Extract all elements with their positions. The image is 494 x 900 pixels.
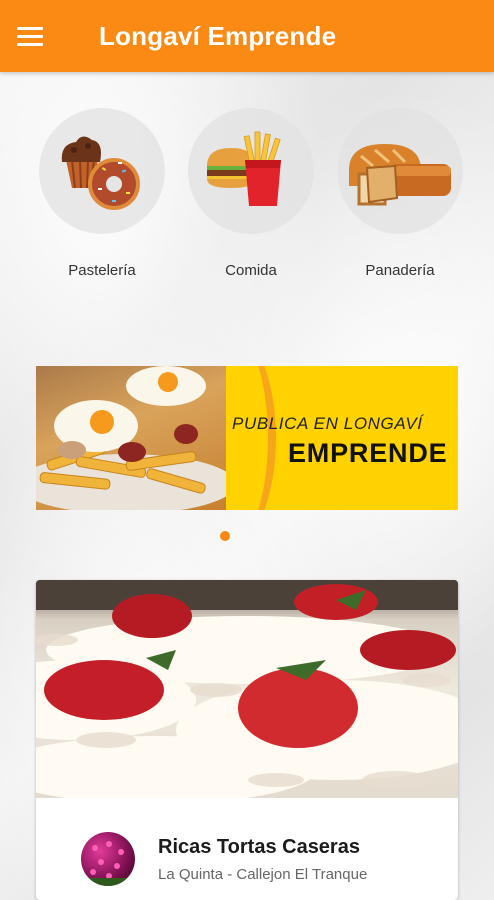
category-circle [337,108,463,234]
category-list: Pastelería Comida Panadería [36,108,466,279]
pastry-icon [61,136,140,210]
promo-banner[interactable]: PUBLICA EN LONGAVÍ EMPRENDE [36,366,458,510]
category-label: Pastelería [68,262,136,279]
category-pasteleria[interactable]: Pastelería [36,108,168,279]
bread-icon [349,144,451,206]
listing-title: Ricas Tortas Caseras [158,836,360,858]
listing-card[interactable]: Ricas Tortas Caseras La Quinta - Callejo… [36,580,458,900]
category-comida[interactable]: Comida [185,108,317,279]
listing-info: Ricas Tortas Caseras La Quinta - Callejo… [36,798,458,900]
category-label: Panadería [365,262,435,279]
category-label: Comida [225,262,277,279]
category-circle [39,108,165,234]
listing-location: La Quinta - Callejon El Tranque [158,866,368,883]
hamburger-menu-icon[interactable] [17,14,61,58]
fast-food-icon [207,131,281,206]
category-circle [188,108,314,234]
app-title: Longaví Emprende [99,20,337,51]
category-panaderia[interactable]: Panadería [334,108,466,279]
app-bar: Longaví Emprende [0,0,494,72]
banner-headline: PUBLICA EN LONGAVÍ [232,414,423,433]
shop-avatar [81,832,135,886]
banner-divider-curve [176,366,276,510]
banner-brand: EMPRENDE [288,438,448,468]
carousel-indicator-active[interactable] [220,531,230,541]
listing-photo [36,580,458,798]
